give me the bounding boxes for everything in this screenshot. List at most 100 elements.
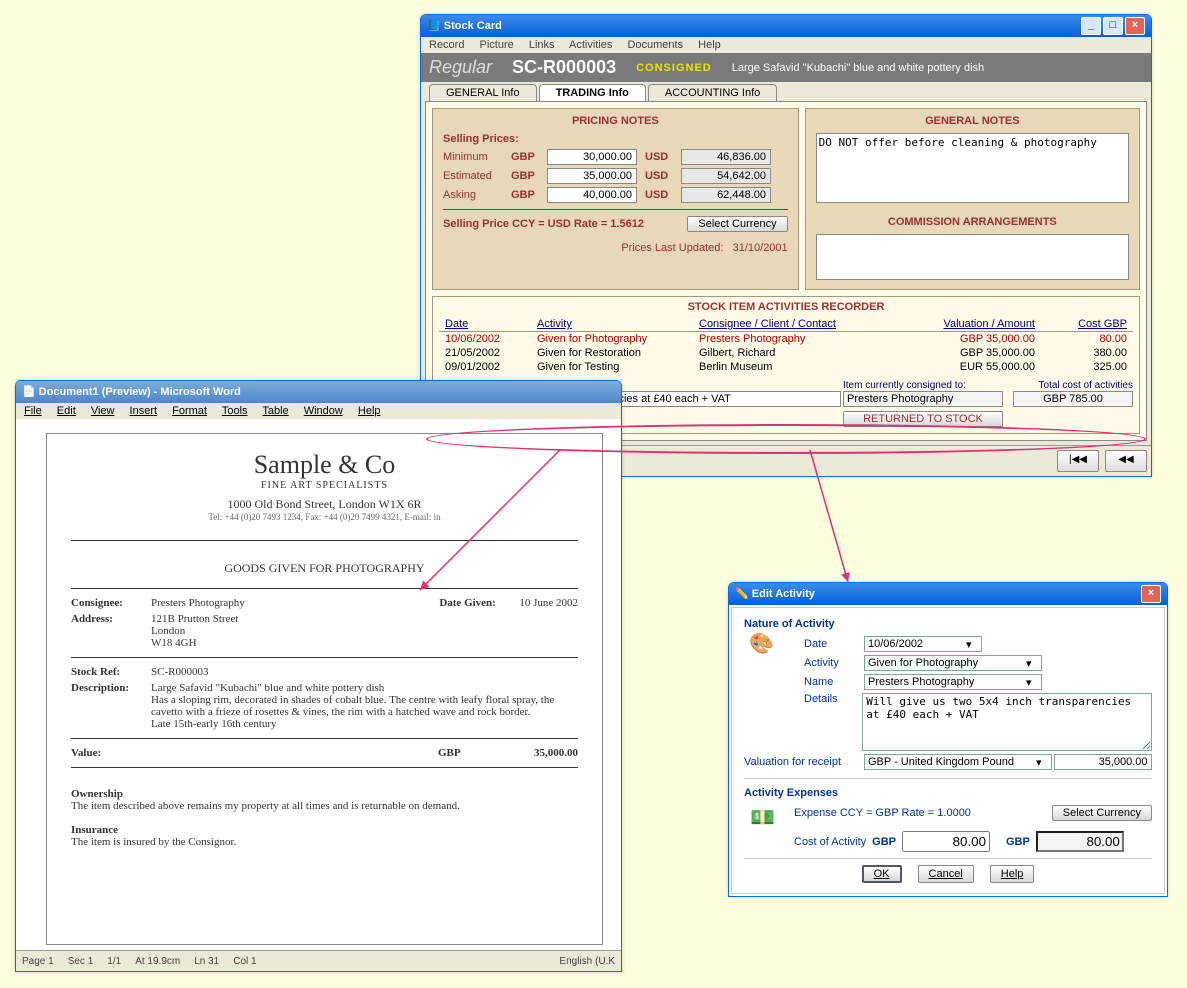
tab-accounting[interactable]: ACCOUNTING Info — [648, 84, 777, 101]
col-consignee[interactable]: Consignee / Client / Contact — [693, 317, 899, 332]
stock-card-titlebar[interactable]: 📘 Stock Card _ □ × — [421, 15, 1151, 37]
cancel-button[interactable]: Cancel — [918, 865, 974, 883]
date-label: Date — [804, 638, 864, 650]
ccy-label: GBP — [511, 170, 547, 182]
commission-textarea[interactable] — [816, 234, 1129, 280]
gbp-label: GBP — [1006, 836, 1030, 848]
menu-format[interactable]: Format — [172, 405, 207, 417]
menu-window[interactable]: Window — [304, 405, 343, 417]
tab-bar: GENERAL Info TRADING Info ACCOUNTING Inf… — [429, 84, 1151, 101]
valuation-label: Valuation for receipt — [744, 756, 864, 768]
menu-table[interactable]: Table — [262, 405, 288, 417]
commission-heading: COMMISSION ARRANGEMENTS — [816, 216, 1129, 228]
document-page: Sample & Co FINE ART SPECIALISTS 1000 Ol… — [46, 433, 603, 945]
help-button[interactable]: Help — [990, 865, 1035, 883]
menubar: Record Picture Links Activities Document… — [421, 37, 1151, 53]
tab-trading[interactable]: TRADING Info — [539, 84, 646, 101]
valuation-amount-input[interactable] — [1054, 754, 1152, 770]
value-label: Value: — [71, 747, 151, 759]
menu-picture[interactable]: Picture — [480, 39, 514, 51]
minimize-button[interactable]: _ — [1081, 17, 1101, 35]
date-given-value: 10 June 2002 — [519, 597, 578, 609]
ask-gbp-input[interactable] — [547, 187, 637, 203]
consigned-to-value — [843, 391, 1003, 407]
company-subtitle: FINE ART SPECIALISTS — [71, 480, 578, 491]
menu-links[interactable]: Links — [529, 39, 555, 51]
details-textarea[interactable]: Will give us two 5x4 inch transparencies… — [862, 693, 1152, 751]
ownership-heading: Ownership — [71, 788, 578, 800]
menu-activities[interactable]: Activities — [569, 39, 612, 51]
col-date[interactable]: Date — [439, 317, 531, 332]
general-notes-heading: GENERAL NOTES — [816, 115, 1129, 127]
est-gbp-input[interactable] — [547, 168, 637, 184]
header-bar: Regular SC-R000003 CONSIGNED Large Safav… — [421, 53, 1151, 82]
nature-heading: Nature of Activity — [744, 618, 1152, 630]
description-label: Description: — [71, 682, 151, 730]
col-activity[interactable]: Activity — [531, 317, 693, 332]
valuation-ccy-select[interactable] — [864, 754, 1052, 770]
first-record-button[interactable]: |◀◀ — [1057, 450, 1099, 472]
chevron-down-icon[interactable]: ▾ — [1036, 756, 1042, 769]
status-col: Col 1 — [233, 956, 256, 967]
chevron-down-icon[interactable]: ▾ — [1026, 676, 1032, 689]
menu-help[interactable]: Help — [358, 405, 381, 417]
menu-record[interactable]: Record — [429, 39, 464, 51]
consigned-to-label: Item currently consigned to: — [843, 380, 1003, 391]
money-icon: 💵 — [750, 805, 775, 830]
prices-updated-label: Prices Last Updated: — [621, 242, 723, 254]
date-given-label: Date Given: — [439, 597, 519, 609]
stockref-value: SC-R000003 — [151, 666, 578, 678]
edit-activity-titlebar[interactable]: ✏️ Edit Activity × — [729, 583, 1167, 605]
prices-updated-date: 31/10/2001 — [733, 242, 788, 254]
chevron-down-icon[interactable]: ▾ — [1026, 657, 1032, 670]
address-label: Address: — [71, 613, 151, 649]
col-cost[interactable]: Cost GBP — [1041, 317, 1133, 332]
min-label: Minimum — [443, 151, 511, 163]
min-gbp-input[interactable] — [547, 149, 637, 165]
table-row[interactable]: 09/01/2002 Given for Testing Berlin Muse… — [439, 360, 1133, 374]
pricing-notes-box: PRICING NOTES Selling Prices: Minimum GB… — [432, 108, 799, 290]
date-input[interactable] — [864, 636, 982, 652]
ccy-label: GBP — [511, 151, 547, 163]
price-row-ask: Asking GBP USD — [443, 187, 788, 203]
menu-documents[interactable]: Documents — [627, 39, 683, 51]
word-window: 📄 Document1 (Preview) - Microsoft Word F… — [15, 380, 622, 972]
select-currency-button[interactable]: Select Currency — [687, 216, 787, 232]
table-row[interactable]: 21/05/2002 Given for Restoration Gilbert… — [439, 346, 1133, 360]
prev-record-button[interactable]: ◀◀ — [1105, 450, 1147, 472]
word-menubar: File Edit View Insert Format Tools Table… — [16, 403, 621, 419]
ok-button[interactable]: OK — [862, 865, 902, 883]
price-row-min: Minimum GBP USD — [443, 149, 788, 165]
cost-label: Cost of Activity — [794, 836, 866, 848]
total-cost-value — [1013, 391, 1133, 407]
menu-tools[interactable]: Tools — [222, 405, 248, 417]
activity-select[interactable] — [864, 655, 1042, 671]
expenses-heading: Activity Expenses — [744, 787, 1152, 799]
ccy-label: GBP — [511, 189, 547, 201]
menu-insert[interactable]: Insert — [130, 405, 158, 417]
name-select[interactable] — [864, 674, 1042, 690]
word-titlebar[interactable]: 📄 Document1 (Preview) - Microsoft Word — [16, 381, 621, 403]
maximize-button[interactable]: □ — [1103, 17, 1123, 35]
tab-general[interactable]: GENERAL Info — [429, 84, 537, 101]
menu-edit[interactable]: Edit — [57, 405, 76, 417]
menu-help[interactable]: Help — [698, 39, 721, 51]
close-button[interactable]: × — [1141, 585, 1161, 603]
est-usd-value — [681, 168, 771, 184]
menu-file[interactable]: File — [24, 405, 42, 417]
company-contact: Tel: +44 (0)20 7493 1234, Fax: +44 (0)20… — [71, 512, 578, 522]
insurance-text: The item is insured by the Consignor. — [71, 836, 578, 848]
cost-input-1[interactable] — [902, 831, 990, 852]
total-cost-label: Total cost of activities — [1013, 380, 1133, 391]
close-button[interactable]: × — [1125, 17, 1145, 35]
general-notes-textarea[interactable]: DO NOT offer before cleaning & photograp… — [816, 133, 1129, 203]
insurance-heading: Insurance — [71, 824, 578, 836]
select-currency-button[interactable]: Select Currency — [1052, 805, 1152, 821]
table-row[interactable]: 10/06/2002 Given for Photography Prester… — [439, 332, 1133, 347]
ask-label: Asking — [443, 189, 511, 201]
menu-view[interactable]: View — [91, 405, 115, 417]
details-label: Details — [804, 693, 862, 705]
returned-to-stock-button[interactable]: RETURNED TO STOCK — [843, 411, 1003, 427]
chevron-down-icon[interactable]: ▾ — [966, 638, 972, 651]
col-valuation[interactable]: Valuation / Amount — [899, 317, 1041, 332]
